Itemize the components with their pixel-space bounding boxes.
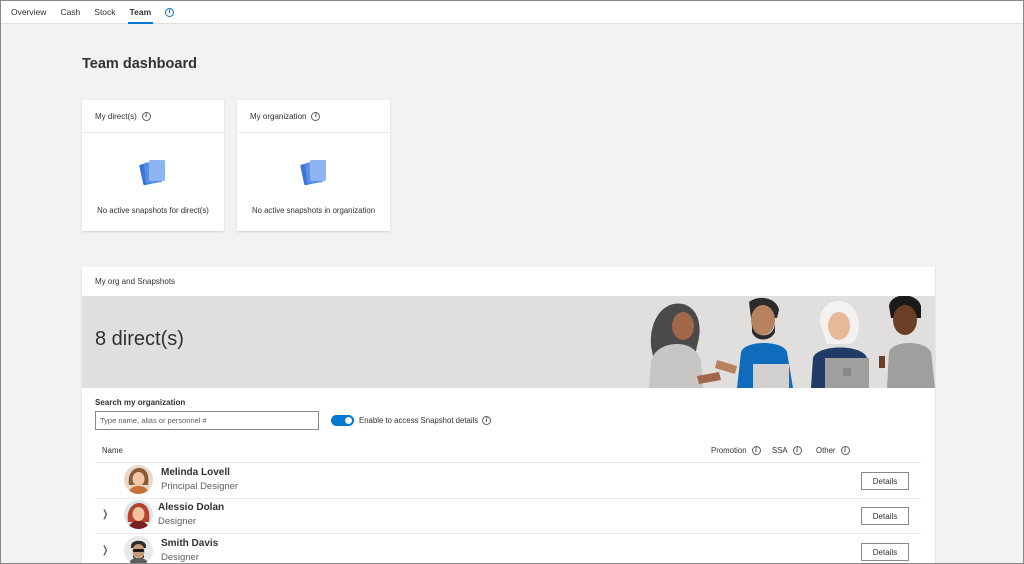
directs-count: 8 direct(s) [95, 328, 184, 350]
snapshot-cards-icon [299, 160, 326, 186]
my-directs-card: My direct(s) i No active snapshots for d… [82, 100, 224, 231]
snapshot-cards-icon [139, 160, 165, 186]
details-button[interactable]: Details [861, 472, 909, 490]
column-header-ssa: SSA i [772, 446, 802, 455]
top-tab-bar: Overview Cash Stock Team i [1, 1, 1023, 24]
avatar [124, 500, 153, 529]
person-name[interactable]: Alessio Dolan [158, 502, 224, 513]
team-illustration [649, 296, 935, 388]
org-snapshots-panel: My org and Snapshots 8 direct(s) Search … [82, 267, 935, 563]
chevron-right-icon[interactable]: ❯ [102, 545, 108, 556]
table-row[interactable]: ❯ Smith Davis Designer Details [95, 534, 921, 563]
column-header-label: Name [102, 446, 123, 455]
avatar-photo [124, 500, 153, 529]
column-header-name: Name [102, 446, 123, 455]
org-search-input[interactable] [95, 411, 319, 430]
tab-info-icon[interactable]: i [165, 7, 175, 17]
column-header-label: Other [816, 446, 836, 455]
info-icon[interactable]: i [792, 446, 802, 455]
card-title: My direct(s) [95, 111, 137, 121]
avatar-photo [124, 536, 153, 563]
card-header: My organization i [237, 100, 390, 133]
info-icon[interactable]: i [482, 416, 491, 425]
snapshot-details-toggle[interactable] [331, 415, 354, 426]
card-empty-message: No active snapshots for direct(s) [97, 206, 209, 215]
card-body: No active snapshots for direct(s) [82, 133, 224, 215]
column-header-other: Other i [816, 446, 850, 455]
person-name[interactable]: Melinda Lovell [161, 467, 230, 478]
info-icon[interactable]: i [141, 111, 151, 121]
person-role: Principal Designer [161, 481, 239, 492]
app-frame: Overview Cash Stock Team i Team dashboar… [0, 0, 1024, 564]
column-header-label: SSA [772, 446, 788, 455]
avatar [124, 465, 153, 494]
table-row[interactable]: Melinda Lovell Principal Designer Detail… [95, 463, 921, 498]
card-empty-message: No active snapshots in organization [251, 206, 376, 215]
tab-cash[interactable]: Cash [60, 1, 80, 24]
info-icon[interactable]: i [311, 111, 321, 121]
toggle-label: Enable to access Snapshot details [359, 416, 479, 425]
column-header-promotion: Promotion i [711, 446, 761, 455]
details-button[interactable]: Details [861, 507, 909, 525]
table-row[interactable]: ❯ Alessio Dolan Designer Details [95, 498, 921, 533]
my-organization-card: My organization i No active snapshots in… [237, 100, 390, 231]
info-icon[interactable]: i [751, 446, 761, 455]
tab-overview[interactable]: Overview [11, 1, 46, 24]
page-title: Team dashboard [82, 56, 197, 72]
column-header-label: Promotion [711, 446, 747, 455]
card-body: No active snapshots in organization [237, 133, 390, 215]
person-name[interactable]: Smith Davis [161, 538, 218, 549]
org-panel-title: My org and Snapshots [95, 277, 176, 286]
tab-team[interactable]: Team [127, 1, 153, 24]
chevron-right-icon[interactable]: ❯ [102, 509, 108, 520]
person-role: Designer [158, 516, 197, 527]
person-role: Designer [161, 552, 200, 563]
info-icon[interactable]: i [840, 446, 850, 455]
tab-stock[interactable]: Stock [94, 1, 115, 24]
details-button[interactable]: Details [861, 543, 909, 561]
directs-banner: 8 direct(s) [82, 296, 935, 388]
card-header: My direct(s) i [82, 100, 224, 133]
avatar-photo [124, 465, 153, 494]
toggle-knob [345, 417, 352, 424]
card-title: My organization [250, 111, 307, 121]
avatar [124, 536, 153, 563]
search-label: Search my organization [95, 398, 186, 407]
